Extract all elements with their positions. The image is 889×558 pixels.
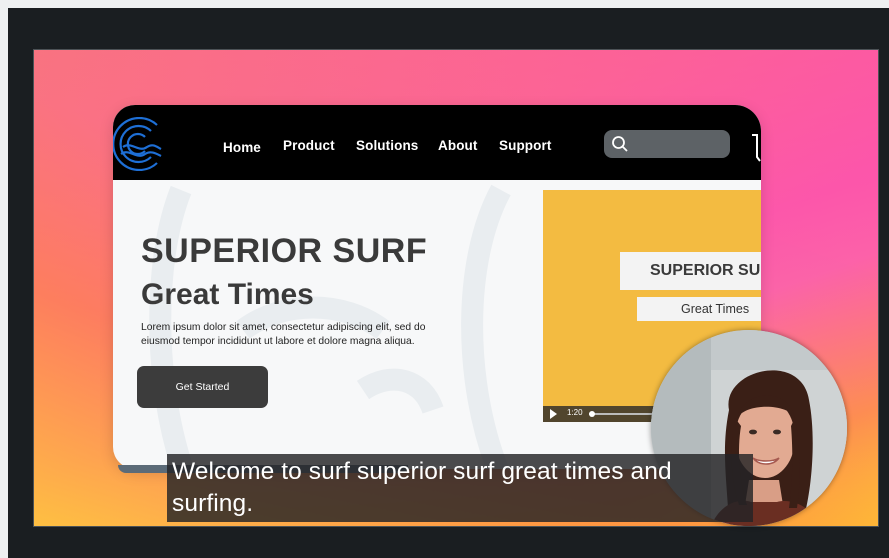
- live-caption-text: Welcome to surf superior surf great time…: [172, 458, 672, 517]
- hero-body-line-2: eiusmod tempor incididunt ut labore et d…: [141, 336, 415, 347]
- nav-solutions[interactable]: Solutions: [356, 138, 418, 153]
- video-subtitle-card: Great Times: [637, 297, 761, 321]
- hero-subtitle: Great Times: [141, 278, 314, 311]
- screen-left-edge: [0, 0, 8, 558]
- get-started-button[interactable]: Get Started: [137, 366, 268, 408]
- nav-support[interactable]: Support: [499, 138, 551, 153]
- hero-body-line-1: Lorem ipsum dolor sit amet, consectetur …: [141, 322, 426, 333]
- site-search-input[interactable]: [604, 130, 730, 158]
- cart-icon[interactable]: [751, 131, 761, 171]
- hero-title: SUPERIOR SURF: [141, 232, 428, 270]
- play-icon[interactable]: [550, 409, 557, 419]
- nav-home[interactable]: Home: [223, 140, 261, 155]
- nav-product[interactable]: Product: [283, 138, 335, 153]
- site-navbar: Home Product Solutions About Support: [113, 105, 761, 180]
- wave-logo-icon[interactable]: [113, 117, 163, 171]
- video-title-card: SUPERIOR SU: [620, 252, 761, 290]
- video-time: 1:20: [567, 408, 583, 417]
- nav-about[interactable]: About: [438, 138, 477, 153]
- video-scrubber-knob[interactable]: [589, 411, 595, 417]
- search-icon: [612, 136, 628, 152]
- hero-body-text: Lorem ipsum dolor sit amet, consectetur …: [141, 321, 481, 349]
- screen-top-edge: [0, 0, 889, 8]
